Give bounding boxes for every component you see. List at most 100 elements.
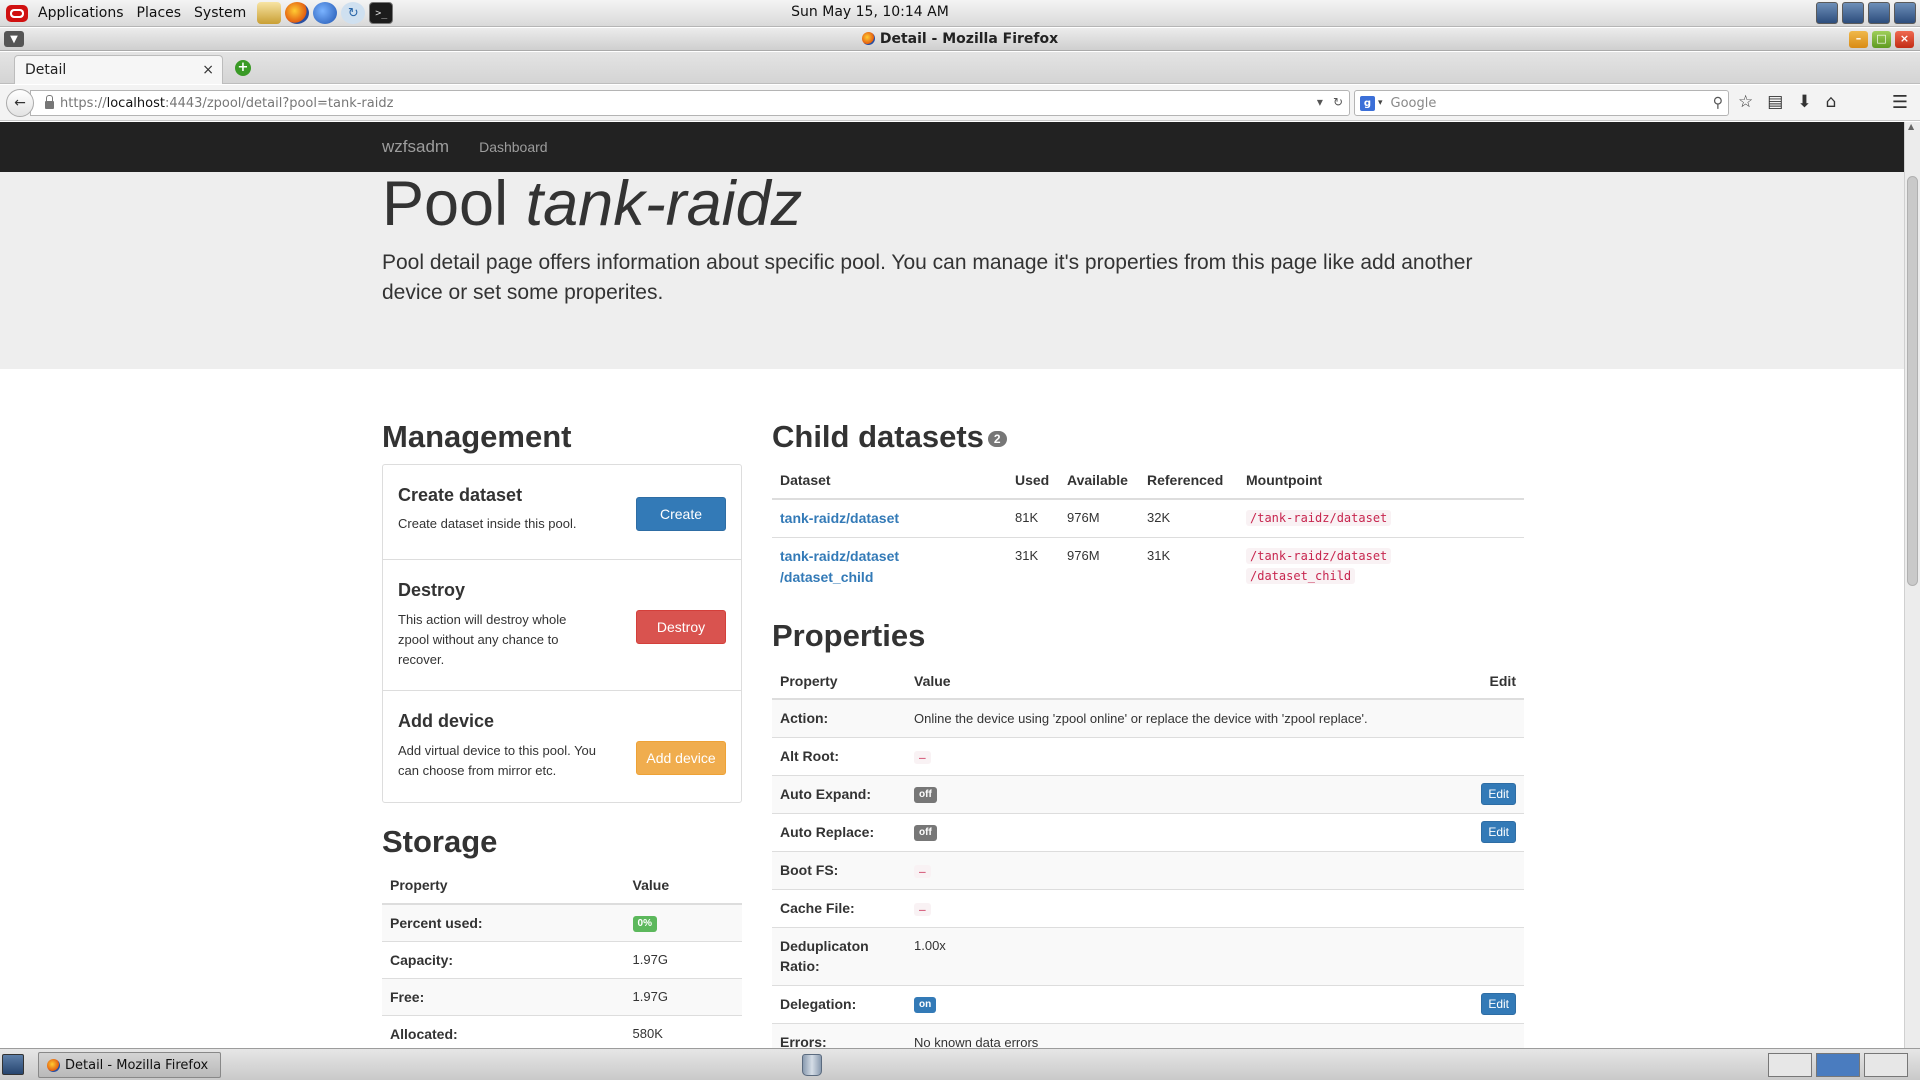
edit-auto-expand-button[interactable]: Edit bbox=[1481, 783, 1516, 805]
update-notifier-icon[interactable] bbox=[1894, 2, 1916, 24]
percent-used-badge: 0% bbox=[632, 915, 657, 932]
create-dataset-title: Create dataset bbox=[398, 485, 523, 505]
destroy-button[interactable]: Destroy bbox=[636, 610, 726, 644]
dataset-cell: tank-raidz/dataset/dataset_child bbox=[772, 537, 1007, 596]
property-key: Boot FS: bbox=[772, 850, 906, 889]
edit-cell: Edit bbox=[1464, 984, 1524, 1023]
property-key: Auto Replace: bbox=[772, 812, 906, 851]
url-history-dropdown-icon[interactable]: ▾ bbox=[1317, 95, 1323, 109]
dataset-link[interactable]: tank-raidz/dataset/dataset_child bbox=[780, 548, 899, 585]
property-value: Online the device using 'zpool online' o… bbox=[906, 698, 1464, 737]
menu-hamburger-icon[interactable]: ☰ bbox=[1892, 92, 1908, 113]
management-list: Create dataset Create dataset inside thi… bbox=[382, 464, 742, 803]
storage-value: 0% bbox=[624, 903, 742, 941]
search-engine-dropdown-icon[interactable]: ▾ bbox=[1378, 98, 1383, 108]
storage-value: 580K bbox=[624, 1014, 742, 1048]
edit-cell bbox=[1464, 698, 1524, 737]
search-input[interactable]: Google bbox=[1391, 96, 1437, 111]
bookmarks-list-icon[interactable]: ▤ bbox=[1767, 92, 1783, 112]
home-icon[interactable]: ⌂ bbox=[1826, 92, 1837, 112]
property-key: Cache File: bbox=[772, 888, 906, 927]
status-badge: on bbox=[914, 997, 937, 1013]
trash-icon[interactable] bbox=[802, 1054, 822, 1076]
storage-value: 1.97G bbox=[624, 977, 742, 1015]
edit-cell bbox=[1464, 736, 1524, 775]
create-dataset-description: Create dataset inside this pool. bbox=[398, 516, 577, 531]
table-row: Boot FS: – bbox=[772, 850, 1524, 889]
edit-auto-replace-button[interactable]: Edit bbox=[1481, 821, 1516, 843]
workspace-2[interactable] bbox=[1816, 1053, 1860, 1077]
add-device-button[interactable]: Add device bbox=[636, 741, 726, 775]
table-row: Capacity: 1.97G bbox=[382, 940, 742, 978]
tab-detail[interactable]: Detail × bbox=[14, 55, 223, 84]
page-lead: Pool detail page offers information abou… bbox=[382, 251, 1473, 304]
mountpoint-code: /tank-raidz/dataset bbox=[1246, 510, 1392, 526]
workspace-1[interactable] bbox=[1768, 1053, 1812, 1077]
dataset-cell: tank-raidz/dataset bbox=[772, 498, 1007, 538]
reload-icon[interactable]: ↻ bbox=[1333, 95, 1343, 109]
page-title: Pool tank-raidz bbox=[382, 169, 803, 239]
maximize-button[interactable]: □ bbox=[1872, 31, 1891, 48]
url-host: localhost bbox=[106, 95, 165, 111]
available-cell: 976M bbox=[1059, 537, 1139, 596]
downloads-icon[interactable]: ⬇ bbox=[1797, 92, 1811, 112]
taskbar-window-button[interactable]: Detail - Mozilla Firefox bbox=[38, 1052, 221, 1078]
table-row: Free: 1.97G bbox=[382, 977, 742, 1015]
show-desktop-icon[interactable] bbox=[2, 1054, 24, 1075]
edit-cell bbox=[1464, 850, 1524, 889]
property-key: Errors: bbox=[772, 1022, 906, 1048]
minimize-button[interactable]: – bbox=[1849, 31, 1868, 48]
network-icon[interactable] bbox=[1816, 2, 1838, 24]
page-scrollbar[interactable]: ▲ bbox=[1904, 122, 1920, 1048]
property-key: Delegation: bbox=[772, 984, 906, 1023]
property-value: off bbox=[906, 812, 1464, 851]
search-bar[interactable]: g ▾ Google ⚲ bbox=[1354, 90, 1729, 116]
brand-link[interactable]: wzfsadm bbox=[382, 137, 449, 157]
edit-cell bbox=[1464, 888, 1524, 927]
storage-value: 1.97G bbox=[624, 940, 742, 978]
clock-applet-icon[interactable] bbox=[1868, 2, 1890, 24]
storage-heading: Storage bbox=[382, 824, 498, 859]
bookmark-star-icon[interactable]: ☆ bbox=[1738, 92, 1753, 112]
child-datasets-heading: Child datasets 2 bbox=[772, 419, 1007, 455]
mountpoint-cell: /tank-raidz/dataset/dataset_child bbox=[1238, 537, 1524, 596]
column-header: Dataset bbox=[772, 462, 1007, 500]
used-cell: 31K bbox=[1007, 537, 1059, 596]
create-button[interactable]: Create bbox=[636, 497, 726, 531]
os-bottom-panel: Detail - Mozilla Firefox bbox=[0, 1048, 1920, 1080]
search-icon[interactable]: ⚲ bbox=[1713, 95, 1723, 111]
window-titlebar[interactable]: ▼ Detail - Mozilla Firefox – □ × bbox=[0, 28, 1920, 51]
empty-value: – bbox=[914, 750, 931, 764]
properties-heading: Properties bbox=[772, 618, 926, 653]
pool-name: tank-raidz bbox=[525, 169, 803, 239]
property-value: – bbox=[906, 736, 1464, 775]
column-header: Value bbox=[624, 867, 742, 905]
dataset-count-badge: 2 bbox=[987, 431, 1007, 447]
management-item-create: Create dataset Create dataset inside thi… bbox=[383, 465, 741, 560]
accessibility-icon[interactable] bbox=[1842, 2, 1864, 24]
child-datasets-table: Dataset Used Available Referenced Mountp… bbox=[772, 462, 1524, 596]
new-tab-button[interactable]: + bbox=[235, 60, 251, 76]
storage-key: Free: bbox=[382, 977, 625, 1015]
panel-clock[interactable]: Sun May 15, 10:14 AM bbox=[0, 4, 1740, 20]
google-search-engine-icon[interactable]: g bbox=[1360, 95, 1375, 111]
scrollbar-thumb[interactable] bbox=[1907, 176, 1918, 586]
workspace-switcher bbox=[1768, 1053, 1908, 1077]
close-window-button[interactable]: × bbox=[1895, 31, 1914, 48]
column-header: Value bbox=[906, 663, 1464, 700]
property-key: Action: bbox=[772, 698, 906, 737]
table-row: Delegation: on Edit bbox=[772, 984, 1524, 1023]
back-button[interactable]: ← bbox=[6, 89, 34, 117]
dataset-link[interactable]: tank-raidz/dataset bbox=[780, 510, 899, 526]
browser-navigation-bar: https://localhost:4443/zpool/detail?pool… bbox=[0, 85, 1920, 121]
scroll-up-arrow-icon[interactable]: ▲ bbox=[1908, 122, 1914, 131]
window-title: Detail - Mozilla Firefox bbox=[0, 31, 1920, 47]
empty-value: – bbox=[914, 902, 931, 916]
tab-close-icon[interactable]: × bbox=[202, 62, 214, 78]
mountpoint-cell: /tank-raidz/dataset bbox=[1238, 498, 1524, 538]
workspace-3[interactable] bbox=[1864, 1053, 1908, 1077]
nav-link-dashboard[interactable]: Dashboard bbox=[479, 139, 548, 155]
edit-delegation-button[interactable]: Edit bbox=[1481, 993, 1516, 1015]
url-bar[interactable]: https://localhost:4443/zpool/detail?pool… bbox=[30, 90, 1350, 116]
lock-icon[interactable] bbox=[45, 95, 54, 109]
